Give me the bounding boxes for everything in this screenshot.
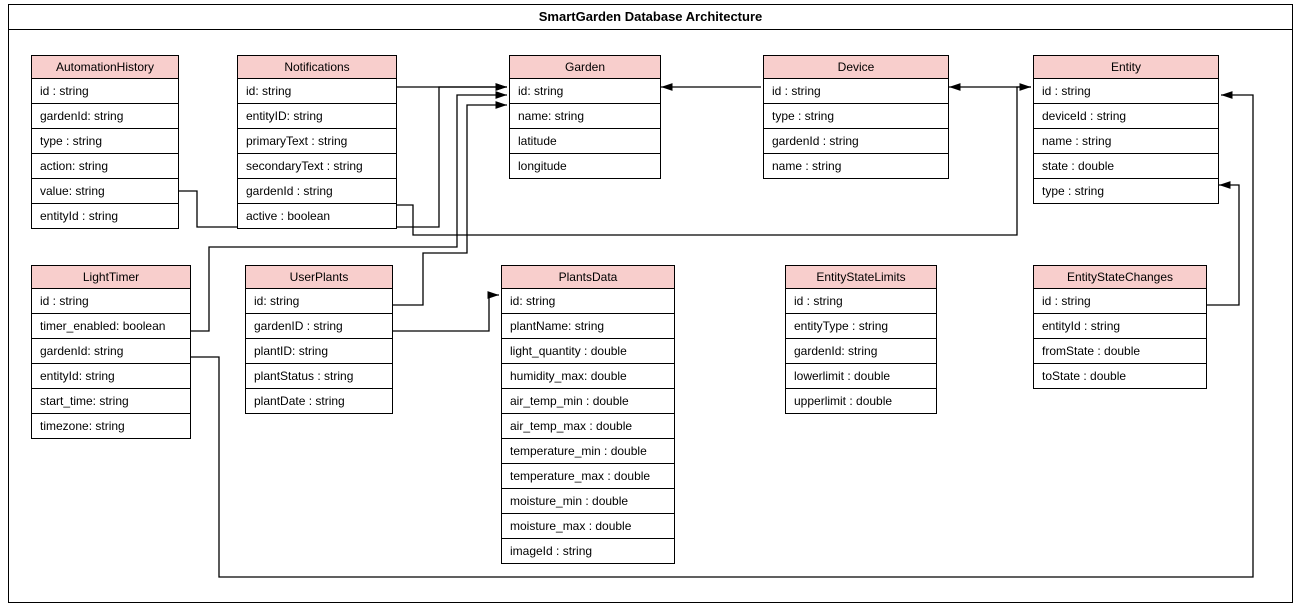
entity-header: EntityStateChanges — [1034, 266, 1206, 289]
entity-field: start_time: string — [32, 389, 190, 414]
entity-field: imageId : string — [502, 539, 674, 563]
entity-field: toState : double — [1034, 364, 1206, 388]
entity-field: id: string — [502, 289, 674, 314]
entity-field: gardenId: string — [32, 339, 190, 364]
entity-field: name : string — [764, 154, 948, 178]
entity-field: state : double — [1034, 154, 1218, 179]
entity-field: moisture_min : double — [502, 489, 674, 514]
entity-field: type : string — [32, 129, 178, 154]
entity-field: id : string — [32, 289, 190, 314]
entity-field: type : string — [764, 104, 948, 129]
entity-field: fromState : double — [1034, 339, 1206, 364]
diagram-title: SmartGarden Database Architecture — [9, 5, 1292, 30]
entity-field: id: string — [510, 79, 660, 104]
entity-field: id: string — [246, 289, 392, 314]
diagram-root: SmartGarden Database Architecture — [0, 0, 1301, 611]
entity-header: Notifications — [238, 56, 396, 79]
entity-field: temperature_max : double — [502, 464, 674, 489]
entity-notifications: Notificationsid: stringentityID: stringp… — [237, 55, 397, 229]
entity-field: humidity_max: double — [502, 364, 674, 389]
entity-field: id : string — [764, 79, 948, 104]
entity-field: gardenId : string — [238, 179, 396, 204]
entity-field: entityId: string — [32, 364, 190, 389]
entity-field: id : string — [32, 79, 178, 104]
entity-field: timezone: string — [32, 414, 190, 438]
entity-field: moisture_max : double — [502, 514, 674, 539]
entity-header: LightTimer — [32, 266, 190, 289]
diagram-frame: SmartGarden Database Architecture — [8, 4, 1293, 603]
entity-field: deviceId : string — [1034, 104, 1218, 129]
entity-field: gardenId : string — [764, 129, 948, 154]
entity-field: entityType : string — [786, 314, 936, 339]
entity-field: type : string — [1034, 179, 1218, 203]
entity-header: UserPlants — [246, 266, 392, 289]
entity-field: air_temp_min : double — [502, 389, 674, 414]
entity-field: entityId : string — [1034, 314, 1206, 339]
entity-field: light_quantity : double — [502, 339, 674, 364]
entity-header: EntityStateLimits — [786, 266, 936, 289]
entity-field: latitude — [510, 129, 660, 154]
entity-field: gardenId: string — [32, 104, 178, 129]
entity-field: name : string — [1034, 129, 1218, 154]
entity-field: gardenID : string — [246, 314, 392, 339]
entity-field: plantID: string — [246, 339, 392, 364]
entity-automationHistory: AutomationHistoryid : stringgardenId: st… — [31, 55, 179, 229]
entity-entityStateLimits: EntityStateLimitsid : stringentityType :… — [785, 265, 937, 414]
entity-field: upperlimit : double — [786, 389, 936, 413]
entity-field: active : boolean — [238, 204, 396, 228]
entity-field: temperature_min : double — [502, 439, 674, 464]
entity-field: secondaryText : string — [238, 154, 396, 179]
entity-field: air_temp_max : double — [502, 414, 674, 439]
entity-garden: Gardenid: stringname: stringlatitudelong… — [509, 55, 661, 179]
entity-field: name: string — [510, 104, 660, 129]
entity-header: AutomationHistory — [32, 56, 178, 79]
entity-field: id : string — [1034, 289, 1206, 314]
entity-entity: Entityid : stringdeviceId : stringname :… — [1033, 55, 1219, 204]
entity-header: Garden — [510, 56, 660, 79]
entity-header: Entity — [1034, 56, 1218, 79]
entity-field: longitude — [510, 154, 660, 178]
entity-device: Deviceid : stringtype : stringgardenId :… — [763, 55, 949, 179]
entity-field: timer_enabled: boolean — [32, 314, 190, 339]
entity-field: entityID: string — [238, 104, 396, 129]
entity-field: primaryText : string — [238, 129, 396, 154]
entity-userPlants: UserPlantsid: stringgardenID : stringpla… — [245, 265, 393, 414]
entity-field: gardenId: string — [786, 339, 936, 364]
entity-entityStateChanges: EntityStateChangesid : stringentityId : … — [1033, 265, 1207, 389]
entity-lightTimer: LightTimerid : stringtimer_enabled: bool… — [31, 265, 191, 439]
entity-field: id: string — [238, 79, 396, 104]
entity-field: lowerlimit : double — [786, 364, 936, 389]
entity-plantsData: PlantsDataid: stringplantName: stringlig… — [501, 265, 675, 564]
entity-field: value: string — [32, 179, 178, 204]
entity-field: plantDate : string — [246, 389, 392, 413]
entity-field: entityId : string — [32, 204, 178, 228]
entity-header: Device — [764, 56, 948, 79]
entity-field: action: string — [32, 154, 178, 179]
entity-field: id : string — [786, 289, 936, 314]
entity-header: PlantsData — [502, 266, 674, 289]
entity-field: plantName: string — [502, 314, 674, 339]
entity-field: id : string — [1034, 79, 1218, 104]
entity-field: plantStatus : string — [246, 364, 392, 389]
